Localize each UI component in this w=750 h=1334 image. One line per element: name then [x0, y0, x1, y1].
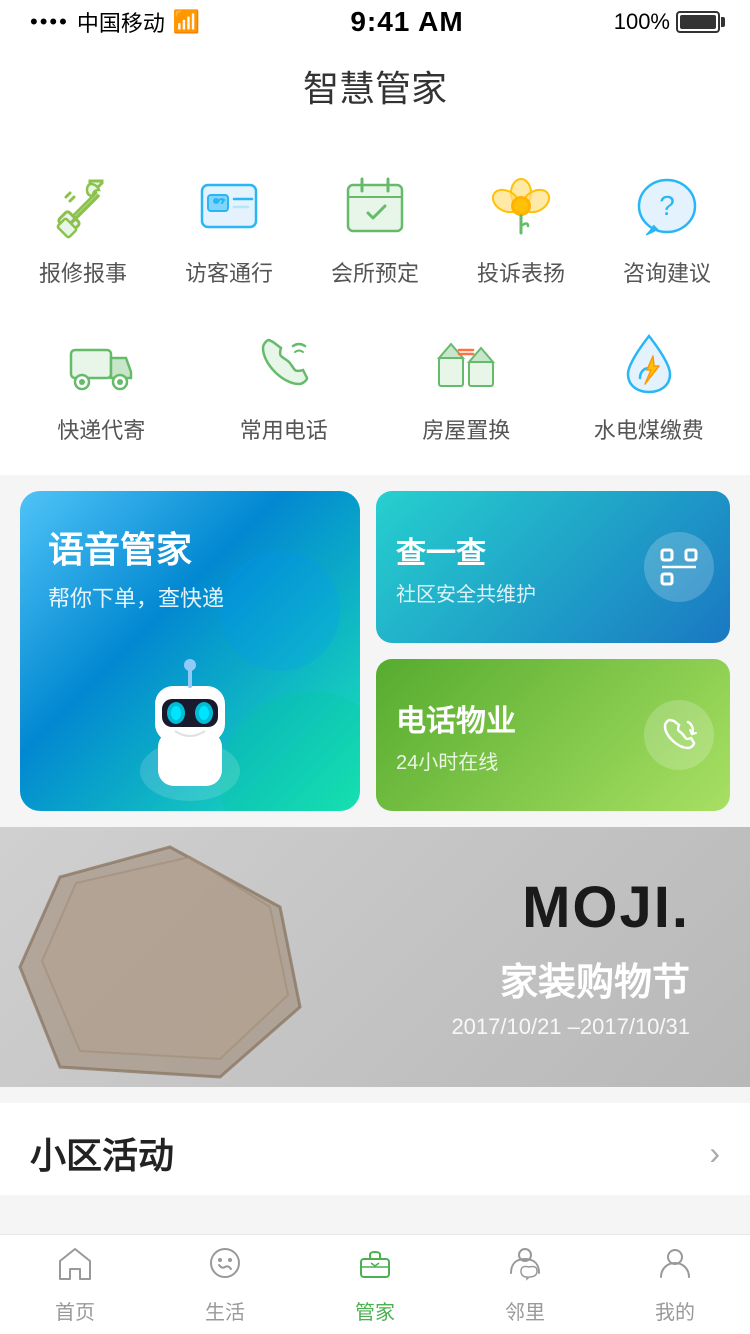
manager-nav-icon — [357, 1245, 393, 1290]
repair-label: 报修报事 — [39, 260, 127, 289]
menu-utility[interactable]: 水电煤缴费 — [589, 319, 709, 446]
menu-phone[interactable]: 常用电话 — [224, 319, 344, 446]
house-icon — [431, 328, 501, 398]
complaint-label: 投诉表扬 — [477, 260, 565, 289]
visitor-label: 访客通行 — [185, 260, 273, 289]
phone-property-card[interactable]: 电话物业 24小时在线 — [376, 659, 730, 811]
activities-title: 小区活动 — [30, 1127, 174, 1179]
nav-manager[interactable]: 管家 — [315, 1245, 435, 1325]
wrench-icon — [48, 171, 118, 241]
mine-nav-icon — [657, 1245, 693, 1290]
house-label: 房屋置换 — [422, 417, 510, 446]
mine-nav-label: 我的 — [655, 1296, 695, 1325]
nav-life[interactable]: 生活 — [165, 1245, 285, 1325]
menu-consult[interactable]: ? 咨询建议 — [607, 162, 727, 289]
home-nav-label: 首页 — [55, 1296, 95, 1325]
battery-label: 100% — [614, 9, 670, 35]
club-icon-box — [331, 162, 419, 250]
signal-dots: •••• — [30, 9, 69, 35]
voice-card-title: 语音管家 — [48, 521, 224, 573]
express-label: 快递代寄 — [57, 417, 145, 446]
banner-brand: MOJI. — [451, 874, 690, 941]
repair-icon-box — [39, 162, 127, 250]
status-bar: •••• 中国移动 📶 9:41 AM 100% — [0, 0, 750, 44]
drop-icon — [614, 328, 684, 398]
consult-label: 咨询建议 — [623, 260, 711, 289]
phone-label: 常用电话 — [240, 417, 328, 446]
phone-icon-box — [240, 319, 328, 407]
home-nav-icon — [57, 1245, 93, 1290]
visitor-icon-box — [185, 162, 273, 250]
complaint-icon-box — [477, 162, 565, 250]
menu-express[interactable]: 快递代寄 — [41, 319, 161, 446]
banner-shape-icon — [0, 827, 340, 1087]
life-nav-icon — [207, 1245, 243, 1290]
flower-icon — [486, 171, 556, 241]
activities-section: 小区活动 › — [0, 1103, 750, 1195]
banner-title: 家装购物节 — [451, 951, 690, 1006]
bottom-nav: 首页 生活 管家 — [0, 1234, 750, 1334]
express-icon-box — [57, 319, 145, 407]
house-icon-box — [422, 319, 510, 407]
battery-icon — [676, 11, 720, 33]
neighbor-nav-label: 邻里 — [505, 1296, 545, 1325]
icons-section: 报修报事 访客通行 — [0, 132, 750, 475]
phone-property-icon — [644, 700, 714, 770]
nav-mine[interactable]: 我的 — [615, 1245, 735, 1325]
chat-icon: ? — [632, 171, 702, 241]
robot-icon — [100, 631, 280, 811]
voice-card-subtitle: 帮你下单，查快递 — [48, 581, 224, 613]
nav-neighbor[interactable]: 邻里 — [465, 1245, 585, 1325]
icons-row-2: 快递代寄 常用电话 — [0, 309, 750, 466]
status-left: •••• 中国移动 📶 — [30, 6, 200, 38]
activities-header: 小区活动 › — [30, 1127, 720, 1179]
phone-icon — [249, 328, 319, 398]
truck-icon — [66, 328, 136, 398]
scan-icon — [644, 532, 714, 602]
menu-house[interactable]: 房屋置换 — [406, 319, 526, 446]
menu-repair[interactable]: 报修报事 — [23, 162, 143, 289]
wifi-icon: 📶 — [173, 9, 200, 35]
voice-card-text: 语音管家 帮你下单，查快递 — [48, 521, 224, 613]
neighbor-nav-icon — [507, 1245, 543, 1290]
cards-section: 语音管家 帮你下单，查快递 查一查 社区 — [0, 491, 750, 811]
time-display: 9:41 AM — [350, 6, 463, 38]
consult-icon-box: ? — [623, 162, 711, 250]
check-card[interactable]: 查一查 社区安全共维护 — [376, 491, 730, 643]
nav-home[interactable]: 首页 — [15, 1245, 135, 1325]
card-icon — [194, 171, 264, 241]
svg-text:?: ? — [659, 190, 675, 221]
manager-nav-label: 管家 — [355, 1296, 395, 1325]
utility-icon-box — [605, 319, 693, 407]
menu-visitor[interactable]: 访客通行 — [169, 162, 289, 289]
page-title: 智慧管家 — [0, 44, 750, 132]
menu-complaint[interactable]: 投诉表扬 — [461, 162, 581, 289]
status-right: 100% — [614, 9, 720, 35]
banner-date: 2017/10/21 –2017/10/31 — [451, 1014, 690, 1040]
club-label: 会所预定 — [331, 260, 419, 289]
right-cards: 查一查 社区安全共维护 电话物业 24小时在线 — [376, 491, 730, 811]
carrier-label: 中国移动 — [77, 6, 165, 38]
banner-section[interactable]: MOJI. 家装购物节 2017/10/21 –2017/10/31 — [0, 827, 750, 1087]
utility-label: 水电煤缴费 — [594, 417, 704, 446]
calendar-icon — [340, 171, 410, 241]
icons-row-1: 报修报事 访客通行 — [0, 152, 750, 309]
life-nav-label: 生活 — [205, 1296, 245, 1325]
banner-text-area: MOJI. 家装购物节 2017/10/21 –2017/10/31 — [451, 874, 690, 1040]
voice-card[interactable]: 语音管家 帮你下单，查快递 — [20, 491, 360, 811]
banner-bg: MOJI. 家装购物节 2017/10/21 –2017/10/31 — [0, 827, 750, 1087]
activities-arrow[interactable]: › — [709, 1135, 720, 1172]
menu-club[interactable]: 会所预定 — [315, 162, 435, 289]
